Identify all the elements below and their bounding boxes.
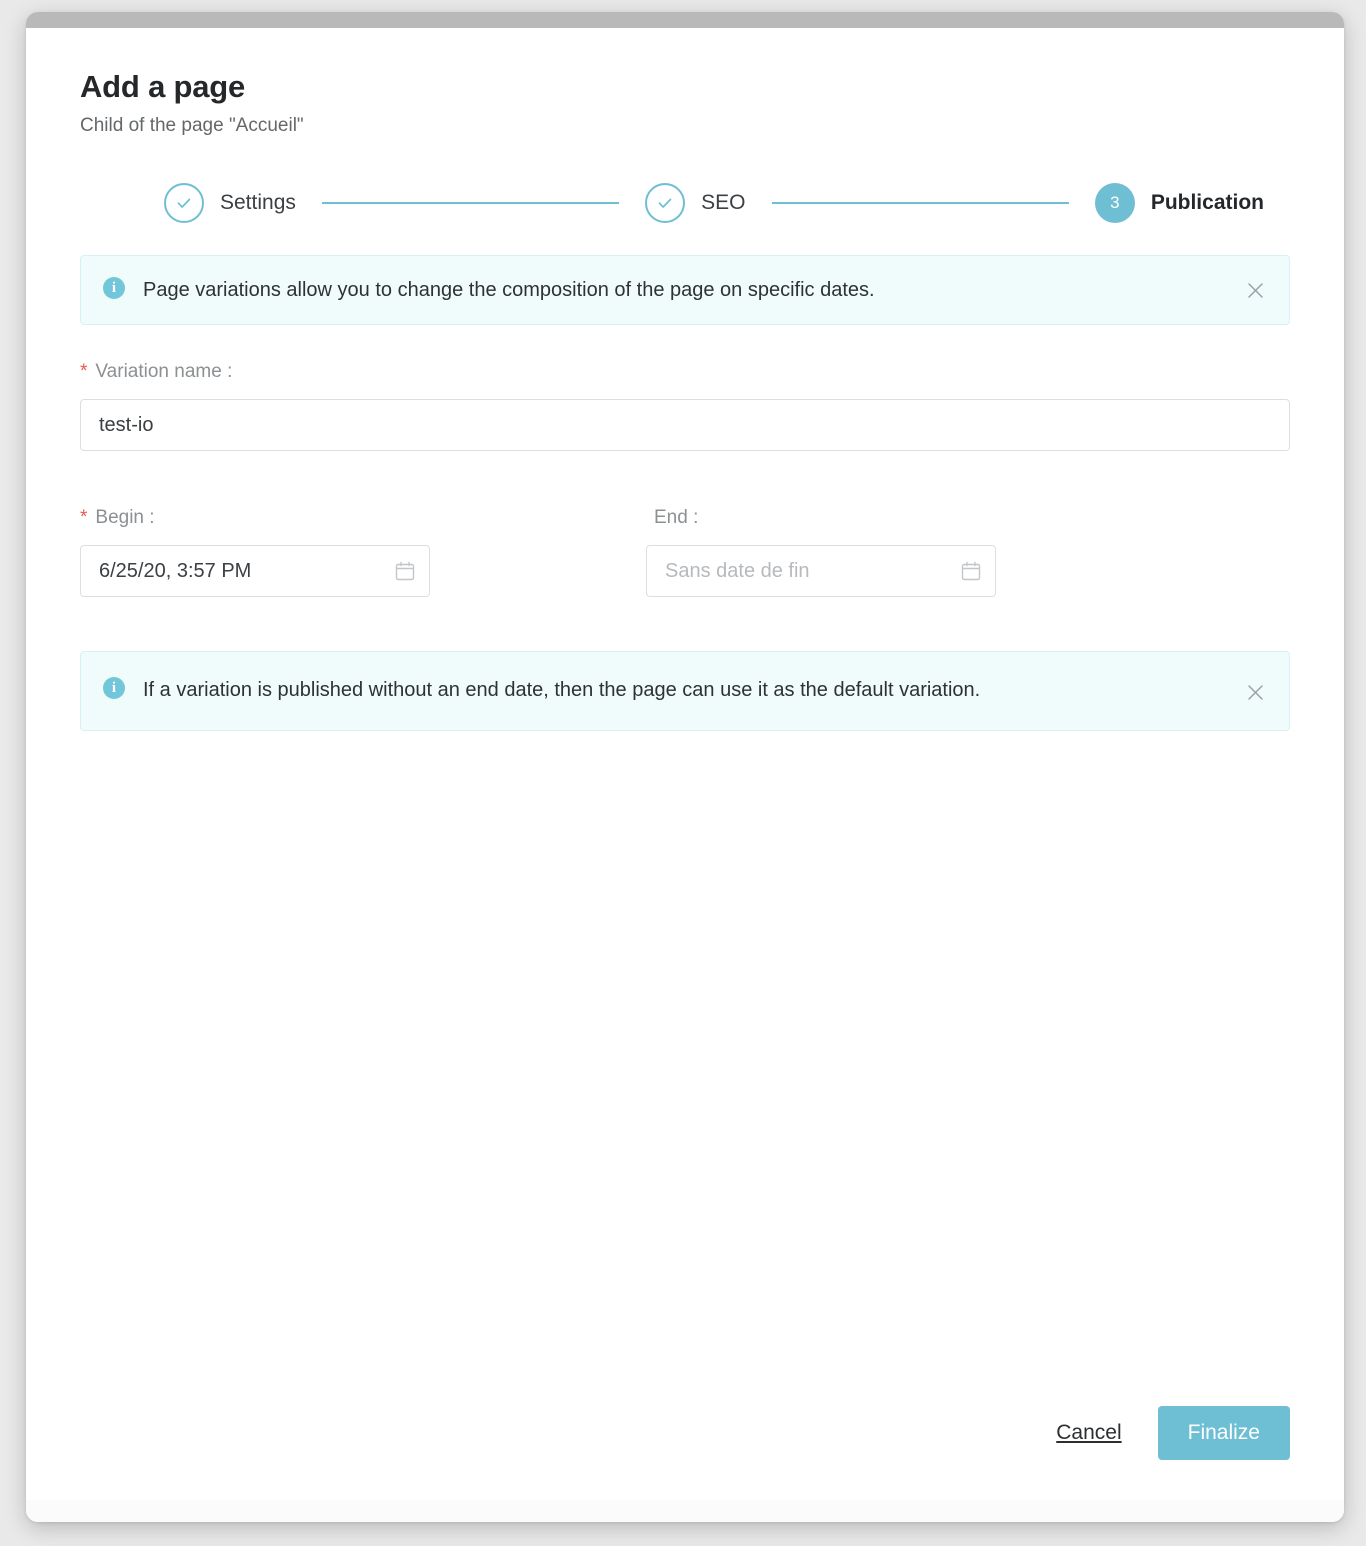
required-asterisk: * (80, 507, 88, 529)
info-banner-variations: i Page variations allow you to change th… (80, 255, 1290, 326)
step-publication-marker: 3 (1094, 183, 1135, 224)
step-seo-marker (645, 183, 686, 224)
dialog-content: Add a page Child of the page "Accueil" S… (26, 28, 1344, 1406)
close-x-glyph (1247, 684, 1263, 700)
info-icon: i (103, 677, 125, 700)
begin-date-field (80, 545, 430, 598)
step-connector-1 (321, 202, 620, 205)
info-banner-default-variation: i If a variation is published without an… (80, 651, 1290, 732)
footer-strip (26, 1500, 1344, 1522)
step-connector-2 (771, 202, 1069, 205)
variation-name-label-text: Variation name : (95, 361, 233, 383)
info-banner-default-variation-text: If a variation is published without an e… (143, 679, 981, 702)
page-title: Add a page (80, 69, 246, 104)
check-icon (177, 198, 191, 209)
close-x-glyph (1247, 282, 1263, 298)
date-row: * Begin : 6/25/20, 3:57 PM End: Sans da… (80, 507, 1290, 598)
screenshot-root: Add a page Child of the page "Accueil" S… (0, 0, 1366, 1546)
info-icon: i (103, 277, 125, 300)
begin-label: * Begin : (80, 507, 646, 529)
end-label: End : (646, 507, 1212, 529)
calendar-glyph (961, 561, 981, 581)
info-banner-variations-text: Page variations allow you to change the … (143, 279, 875, 302)
cancel-button[interactable]: Cancel (1050, 1411, 1127, 1455)
dialog-footer: Cancel Finalize (26, 1406, 1344, 1500)
end-date-block: End : (646, 507, 1212, 598)
step-settings[interactable]: Settings (164, 183, 296, 224)
begin-date-block: * Begin : (80, 507, 646, 598)
end-date-field (646, 545, 996, 598)
variation-name-field-block: * Variation name : (80, 361, 1290, 452)
step-settings-label: Settings (220, 191, 296, 215)
close-icon[interactable] (1241, 276, 1269, 304)
window-titlebar (26, 12, 1344, 28)
wizard-stepper: Settings SEO 3 Publication (80, 183, 1290, 224)
close-icon[interactable] (1241, 678, 1269, 706)
calendar-glyph (395, 561, 415, 581)
calendar-icon[interactable] (394, 560, 416, 582)
dialog-window: Add a page Child of the page "Accueil" S… (26, 12, 1344, 1522)
begin-date-input[interactable] (80, 545, 430, 598)
end-label-text: End : (654, 507, 699, 529)
begin-label-text: Begin : (95, 507, 155, 529)
step-seo-label: SEO (701, 191, 746, 215)
finalize-button[interactable]: Finalize (1157, 1406, 1290, 1460)
step-publication-label: Publication (1150, 191, 1264, 215)
step-settings-marker (164, 183, 204, 224)
check-icon (658, 198, 672, 209)
dialog-body: Add a page Child of the page "Accueil" S… (26, 28, 1344, 1522)
end-date-input[interactable] (646, 545, 996, 598)
variation-name-input[interactable] (80, 399, 1290, 452)
step-publication[interactable]: 3 Publication (1094, 183, 1264, 224)
page-subtitle: Child of the page "Accueil" (80, 115, 304, 137)
required-asterisk: * (80, 361, 88, 383)
variation-name-label: * Variation name : (80, 361, 1290, 383)
calendar-icon[interactable] (960, 560, 982, 582)
step-seo[interactable]: SEO (645, 183, 746, 224)
